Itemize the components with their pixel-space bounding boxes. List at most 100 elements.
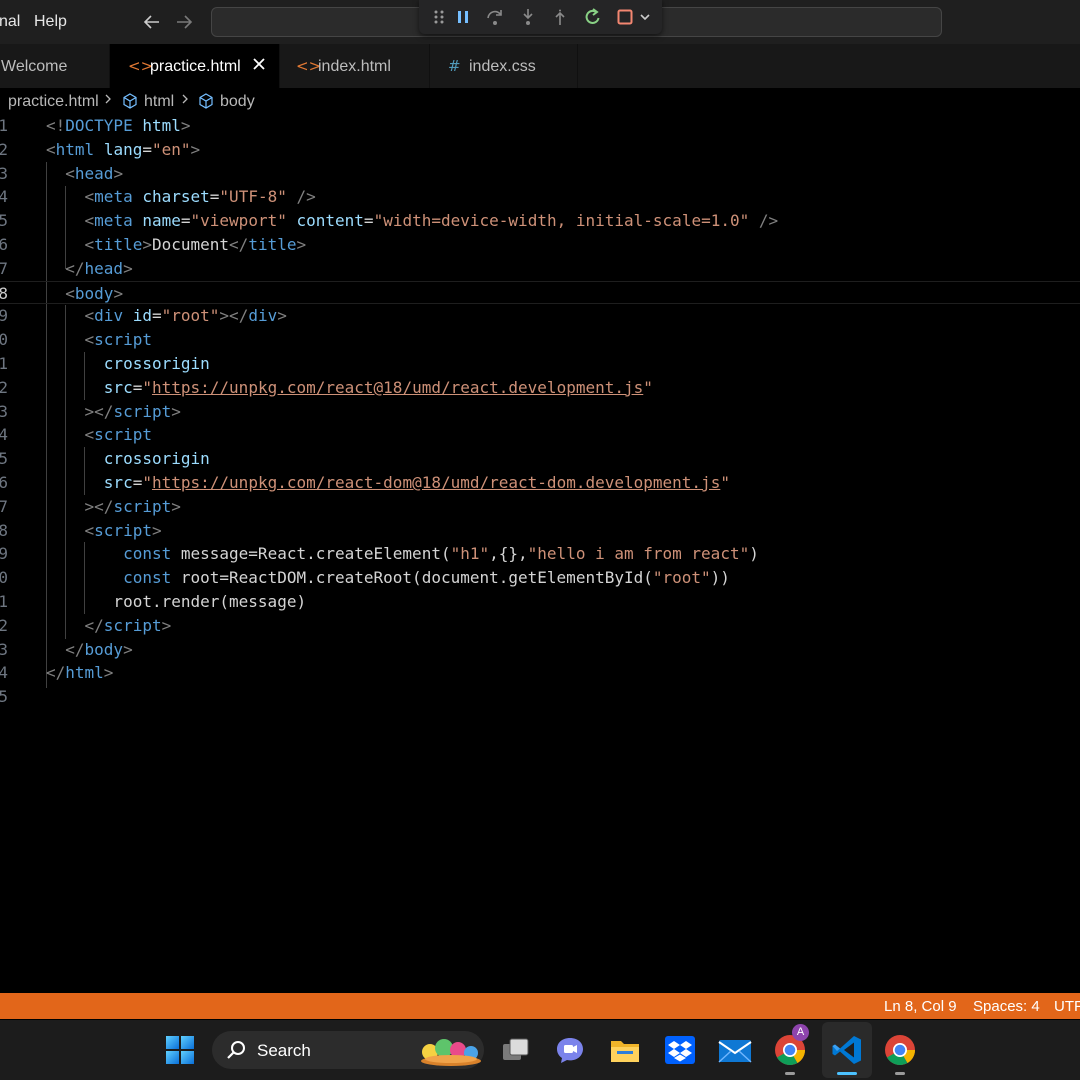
breadcrumb-body[interactable]: body: [220, 93, 255, 111]
status-bar: Ln 8, Col 9 Spaces: 4 UTF: [0, 993, 1080, 1019]
task-view-icon[interactable]: [496, 1030, 536, 1070]
symbol-element-icon: [197, 92, 215, 115]
code-line[interactable]: 19 const message=React.createElement("h1…: [0, 542, 1080, 566]
pause-icon[interactable]: [451, 5, 475, 29]
line-number: 16: [0, 473, 8, 492]
code-line[interactable]: 24 </html>: [0, 661, 1080, 685]
code-line[interactable]: 15 crossorigin: [0, 447, 1080, 471]
line-number: 2: [0, 139, 8, 159]
code-text: <script: [84, 330, 152, 350]
code-line[interactable]: 11 crossorigin: [0, 352, 1080, 376]
debug-toolbar: [419, 0, 662, 34]
code-line[interactable]: 4 <meta charset="UTF-8" />: [0, 185, 1080, 209]
code-line[interactable]: 6 <title>Document</title>: [0, 233, 1080, 257]
line-number: 14: [0, 425, 8, 445]
tab-index-css[interactable]: # index.css: [430, 44, 578, 88]
code-text: <meta charset="UTF-8" />: [84, 187, 316, 207]
line-number: 22: [0, 615, 8, 635]
code-text: </head>: [65, 258, 133, 278]
code-line[interactable]: 13 ></script>: [0, 400, 1080, 424]
code-line[interactable]: 21 root.render(message): [0, 590, 1080, 614]
line-number: 4: [0, 187, 8, 207]
holi-colors-icon: [418, 1035, 484, 1072]
code-line[interactable]: 8 <body>: [0, 280, 1080, 305]
tab-practice-html[interactable]: <> practice.html: [110, 44, 280, 88]
code-line[interactable]: 16 src="https://unpkg.com/react-dom@18/u…: [0, 471, 1080, 495]
drag-handle-icon[interactable]: [427, 5, 451, 29]
line-number: 24: [0, 663, 8, 683]
line-number: 1: [0, 116, 8, 135]
line-number: 11: [0, 354, 8, 373]
code-text: ></script>: [84, 496, 181, 516]
vscode-icon[interactable]: [822, 1022, 872, 1078]
code-text: <meta name="viewport" content="width=dev…: [84, 211, 779, 231]
tab-welcome[interactable]: Welcome: [0, 44, 110, 88]
mail-icon[interactable]: [715, 1030, 755, 1070]
code-editor[interactable]: 1 <!DOCTYPE html> 2 <html lang="en"> 3 <head…: [0, 114, 1080, 994]
code-line[interactable]: 2 <html lang="en">: [0, 138, 1080, 162]
code-line[interactable]: 23 </body>: [0, 638, 1080, 662]
taskbar-search[interactable]: Search: [212, 1031, 484, 1069]
line-number: 7: [0, 258, 8, 278]
code-line[interactable]: 20 const root=ReactDOM.createRoot(docume…: [0, 566, 1080, 590]
chrome-icon[interactable]: [880, 1030, 920, 1075]
line-number: 9: [0, 306, 8, 326]
code-text: <!DOCTYPE html>: [46, 116, 191, 135]
running-indicator: [837, 1072, 857, 1075]
file-explorer-icon[interactable]: [605, 1030, 645, 1070]
chevron-down-icon[interactable]: [633, 5, 657, 29]
code-text: const message=React.createElement("h1",{…: [123, 544, 759, 564]
code-line[interactable]: 25: [0, 685, 1080, 709]
forward-arrow-icon[interactable]: [170, 8, 198, 36]
tab-label: index.html: [318, 58, 391, 75]
tab-index-html[interactable]: <> index.html: [280, 44, 430, 88]
code-text: <html lang="en">: [46, 139, 201, 159]
code-line[interactable]: 7 </head>: [0, 257, 1080, 281]
code-line[interactable]: 3 <head>: [0, 162, 1080, 186]
code-line[interactable]: 18 <script>: [0, 519, 1080, 543]
step-out-icon[interactable]: [548, 5, 572, 29]
code-line[interactable]: 9 <div id="root"></div>: [0, 304, 1080, 328]
menu-terminal[interactable]: nal: [0, 13, 20, 31]
code-text: <div id="root"></div>: [84, 306, 287, 326]
line-number: 19: [0, 544, 8, 564]
code-text: src="https://unpkg.com/react-dom@18/umd/…: [103, 473, 730, 492]
menu-help[interactable]: Help: [34, 13, 67, 31]
line-number: 20: [0, 568, 8, 588]
code-line[interactable]: 17 ></script>: [0, 495, 1080, 519]
chevron-right-icon: [181, 92, 189, 111]
code-line[interactable]: 12 src="https://unpkg.com/react@18/umd/r…: [0, 376, 1080, 400]
indentation-setting[interactable]: Spaces: 4: [973, 998, 1040, 1015]
line-number: 23: [0, 639, 8, 659]
line-number: 17: [0, 496, 8, 516]
code-line[interactable]: 1 <!DOCTYPE html>: [0, 114, 1080, 138]
line-number: 21: [0, 592, 8, 611]
restart-icon[interactable]: [581, 5, 605, 29]
tab-label: Welcome: [1, 58, 68, 75]
code-line[interactable]: 5 <meta name="viewport" content="width=d…: [0, 209, 1080, 233]
line-number: 3: [0, 163, 8, 183]
search-label: Search: [257, 1041, 311, 1060]
line-number: 12: [0, 377, 8, 397]
encoding-setting[interactable]: UTF: [1054, 998, 1080, 1015]
code-text: <head>: [65, 163, 124, 183]
windows-taskbar: Search A: [0, 1020, 1080, 1080]
teams-chat-icon[interactable]: [550, 1030, 590, 1070]
cursor-position[interactable]: Ln 8, Col 9: [884, 998, 957, 1015]
code-line[interactable]: 14 <script: [0, 423, 1080, 447]
step-over-icon[interactable]: [483, 5, 507, 29]
code-line[interactable]: 22 </script>: [0, 614, 1080, 638]
back-arrow-icon[interactable]: [138, 8, 166, 36]
breadcrumb-html[interactable]: html: [144, 93, 174, 111]
chrome-profile-icon[interactable]: A: [770, 1024, 810, 1075]
dropbox-icon[interactable]: [660, 1030, 700, 1070]
windows-start-icon[interactable]: [160, 1030, 200, 1070]
code-text: <script>: [84, 520, 162, 540]
close-icon[interactable]: [252, 57, 266, 76]
line-number: 6: [0, 235, 8, 254]
title-bar: nal Help: [0, 0, 1080, 44]
step-into-icon[interactable]: [516, 5, 540, 29]
editor-tab-bar: Welcome <> practice.html <> index.html #…: [0, 44, 1080, 88]
code-line[interactable]: 10 <script: [0, 328, 1080, 352]
breadcrumb-file[interactable]: practice.html: [8, 93, 99, 111]
